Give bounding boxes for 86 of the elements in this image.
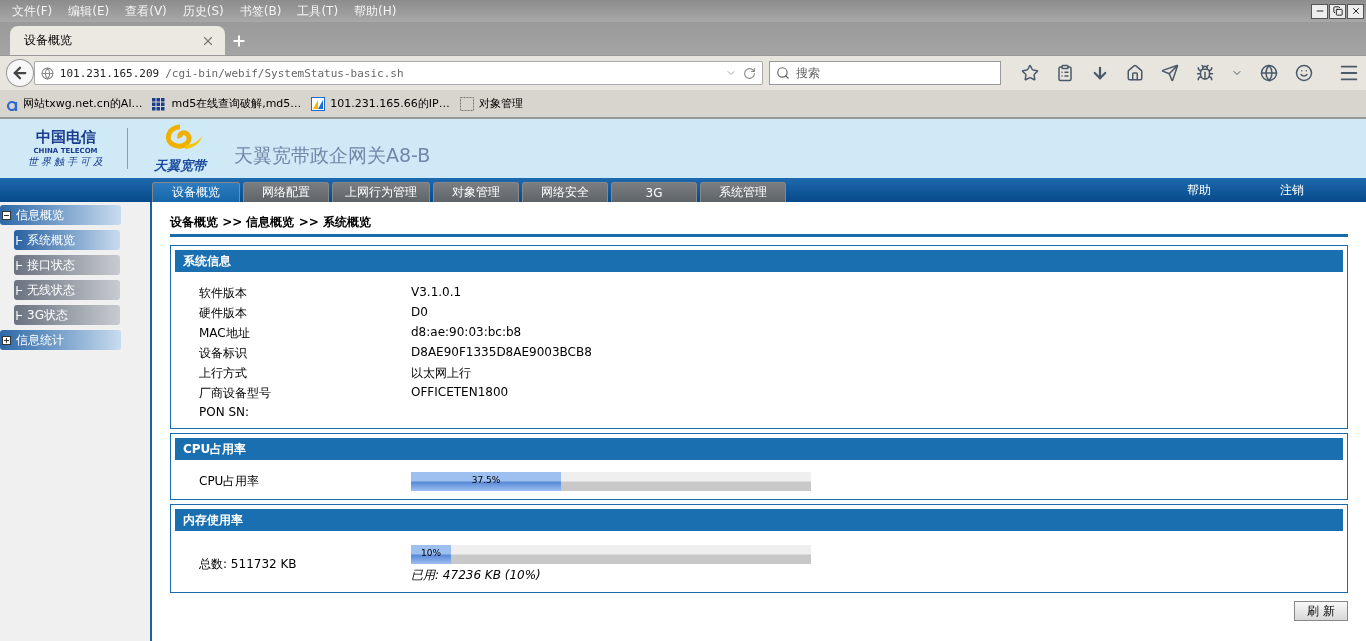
flag-icon — [311, 96, 326, 111]
tree-branch-icon — [16, 285, 22, 295]
sidebar-item-label[interactable]: 无线状态 — [27, 281, 75, 299]
nav-link[interactable]: 注销 — [1280, 181, 1366, 199]
field-value: D8AE90F1335D8AE9003BCB8 — [411, 345, 593, 360]
refresh-button[interactable]: 刷 新 — [1294, 601, 1348, 621]
page-title: 天翼宽带政企网关A8-B — [234, 142, 431, 168]
browser-tab[interactable]: 设备概览 — [10, 26, 225, 55]
star-icon[interactable] — [1021, 64, 1039, 82]
nav-tab[interactable]: 网络配置 — [243, 182, 329, 202]
search-icon — [775, 66, 790, 80]
bug-icon[interactable] — [1196, 64, 1214, 82]
field-label: 设备标识 — [199, 345, 248, 360]
field-label: 上行方式 — [199, 365, 248, 380]
nav-tab[interactable]: 上网行为管理 — [332, 182, 430, 202]
field-value: V3.1.0.1 — [411, 285, 463, 300]
field-label: 总数: 511732 KB — [199, 556, 298, 573]
globe-icon[interactable] — [1260, 64, 1278, 82]
field-label: CPU占用率 — [199, 473, 261, 490]
panel-header: 系统信息 — [175, 250, 1343, 272]
search-field[interactable]: 搜索 — [768, 61, 1001, 85]
back-button[interactable] — [6, 59, 34, 87]
nav-tab[interactable]: 网络安全 — [522, 182, 608, 202]
nav-tab[interactable]: 设备概览 — [152, 182, 240, 202]
send-icon[interactable] — [1161, 64, 1179, 82]
close-button[interactable] — [1347, 3, 1364, 19]
brand-name: 天翼宽带 — [154, 156, 206, 175]
nav-tab[interactable]: 3G — [611, 182, 697, 202]
smile-icon[interactable] — [1295, 64, 1313, 82]
menu-item[interactable]: 书签(B) — [231, 2, 290, 20]
panel-header: CPU占用率 — [175, 438, 1343, 460]
menu-item[interactable]: 文件(F) — [4, 2, 61, 20]
bookmark-label[interactable]: 对象管理 — [478, 96, 523, 111]
tab-title: 设备概览 — [24, 32, 73, 49]
field-label: PON SN: — [199, 405, 251, 420]
used-memory-text: 已用: 47236 KB (10%) — [411, 567, 542, 584]
field-value: 以太网上行 — [411, 365, 472, 380]
sidebar-item-label[interactable]: 系统概览 — [27, 231, 75, 249]
close-icon — [1350, 6, 1361, 16]
sidebar-item[interactable]: 系统概览 — [14, 230, 120, 250]
minimize-button[interactable] — [1311, 3, 1328, 19]
panel-header: 内存使用率 — [175, 509, 1343, 531]
new-tab-icon[interactable] — [231, 33, 247, 49]
field-label: 硬件版本 — [199, 305, 248, 320]
sidebar-item[interactable]: 无线状态 — [14, 280, 120, 300]
nav-tab[interactable]: 对象管理 — [433, 182, 519, 202]
restore-icon — [1332, 6, 1343, 16]
bookmark[interactable]: 对象管理 — [459, 96, 523, 111]
menu-item[interactable]: 历史(S) — [174, 2, 232, 20]
reload-icon[interactable] — [742, 66, 756, 80]
breadcrumb: 设备概览 >> 信息概览 >> 系统概览 — [170, 214, 1348, 237]
sidebar-group[interactable]: 信息统计 — [0, 330, 121, 350]
field-value: OFFICETEN1800 — [411, 385, 510, 400]
restore-button[interactable] — [1329, 3, 1346, 19]
tree-branch-icon — [16, 235, 22, 245]
expand-icon[interactable] — [2, 335, 11, 345]
globe-icon — [40, 66, 54, 80]
tree-branch-icon — [16, 310, 22, 320]
url-field[interactable]: 101.231.165.209 /cgi-bin/webif/SystemStatus-basic.sh — [33, 61, 763, 85]
sidebar-group-label[interactable]: 信息统计 — [16, 331, 64, 349]
field-label: MAC地址 — [199, 325, 251, 340]
sidebar-item[interactable]: 接口状态 — [14, 255, 120, 275]
field-label: 厂商设备型号 — [199, 385, 272, 400]
menu-item[interactable]: 帮助(H) — [346, 2, 405, 20]
progress-reading: 37.5% — [470, 475, 502, 485]
grid-icon — [152, 96, 167, 111]
download-icon[interactable] — [1091, 64, 1109, 82]
clipboard-icon[interactable] — [1056, 64, 1074, 82]
sidebar-group[interactable]: 信息概览 — [0, 205, 121, 225]
field-value: d8:ae:90:03:bc:b8 — [411, 325, 523, 340]
blank-page-icon — [459, 96, 474, 111]
nav-tab[interactable]: 系统管理 — [700, 182, 786, 202]
tree-branch-icon — [16, 260, 22, 270]
menu-item[interactable]: 编辑(E) — [60, 2, 118, 20]
menu-item[interactable]: 工具(T) — [289, 2, 347, 20]
progress-reading: 10% — [420, 548, 442, 558]
sidebar-group-label[interactable]: 信息概览 — [16, 206, 64, 224]
field-value: D0 — [411, 305, 429, 320]
field-label: 软件版本 — [199, 285, 248, 300]
nav-link[interactable]: 帮助 — [1187, 181, 1277, 199]
sidebar-item-label[interactable]: 3G状态 — [27, 306, 68, 324]
collapse-icon[interactable] — [2, 210, 11, 220]
home-icon[interactable] — [1126, 64, 1144, 82]
sidebar-item-label[interactable]: 接口状态 — [27, 256, 75, 274]
menu-item[interactable]: 查看(V) — [117, 2, 175, 20]
sidebar-item[interactable]: 3G状态 — [14, 305, 120, 325]
